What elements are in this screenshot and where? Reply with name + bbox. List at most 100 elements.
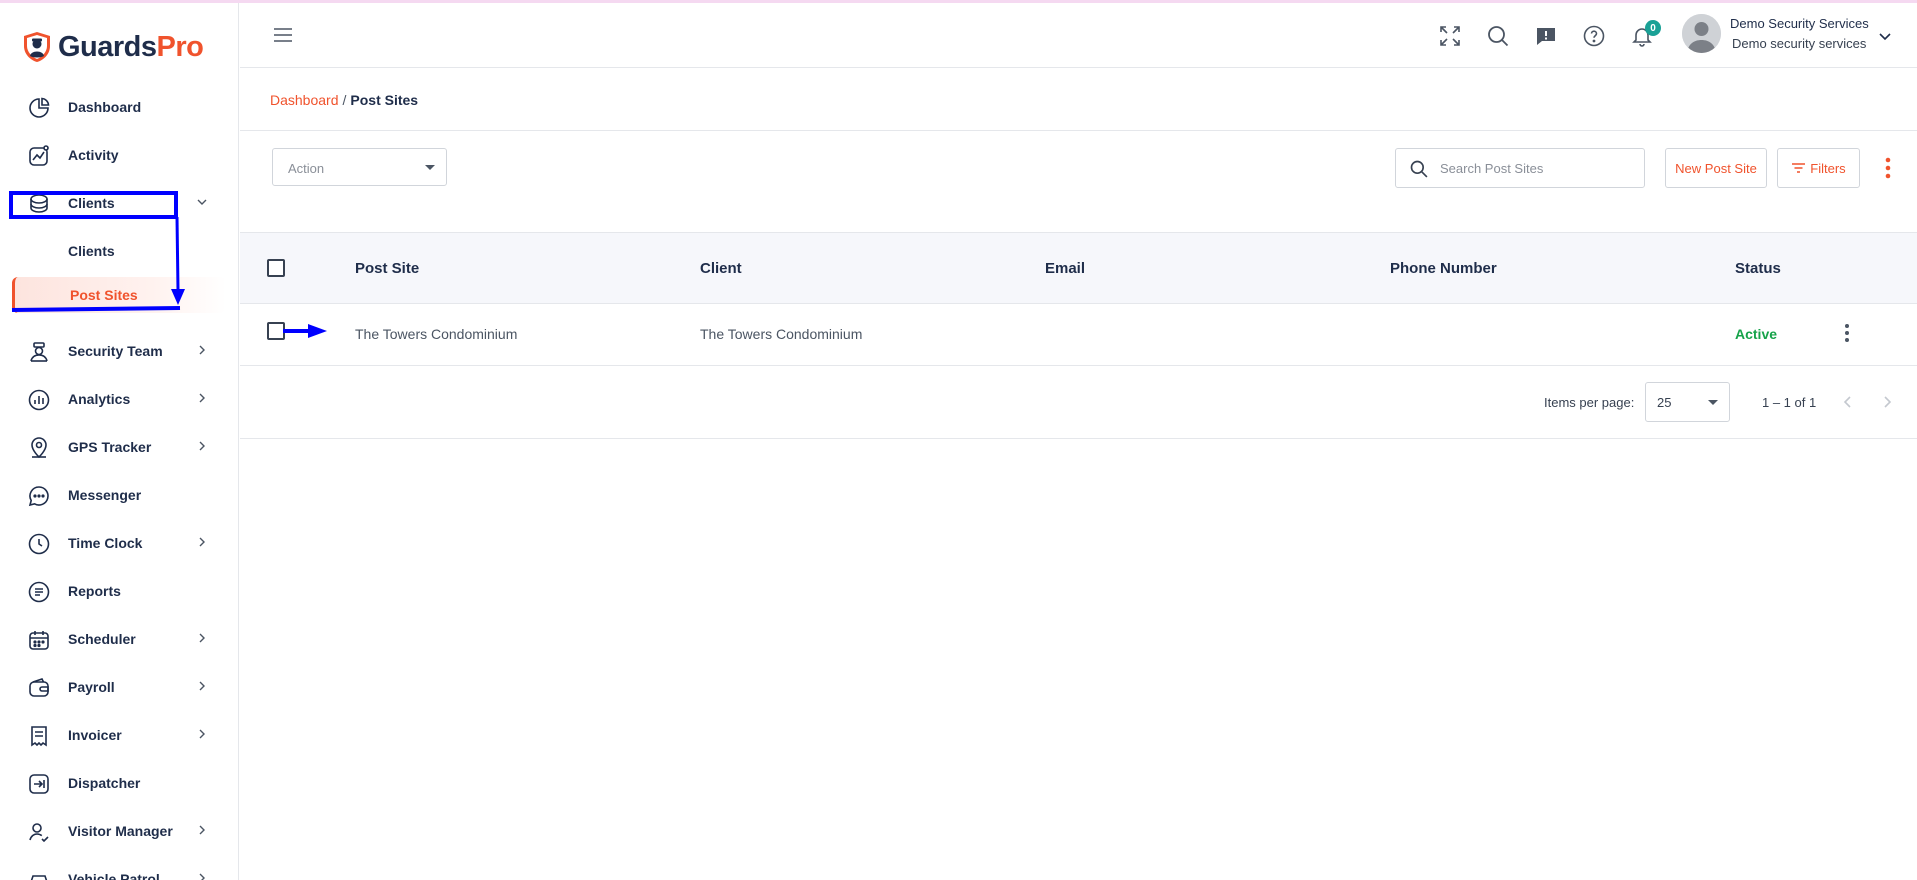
user-org: Demo security services xyxy=(1732,36,1867,51)
sidebar-item-label: Scheduler xyxy=(68,631,136,647)
search-icon[interactable] xyxy=(1486,24,1510,48)
search-box[interactable] xyxy=(1395,148,1645,188)
sidebar-item-reports[interactable]: Reports xyxy=(0,571,238,611)
column-header-email[interactable]: Email xyxy=(1045,260,1085,277)
dispatch-icon xyxy=(29,774,49,794)
filters-button-label: Filters xyxy=(1810,160,1846,176)
chevron-right-icon[interactable] xyxy=(195,631,209,645)
sidebar-item-security-team[interactable]: Security Team xyxy=(0,331,238,371)
items-per-page-select[interactable]: 25 xyxy=(1645,382,1730,422)
chevron-down-icon[interactable] xyxy=(195,195,209,209)
chevron-right-icon[interactable] xyxy=(195,823,209,837)
filters-button[interactable]: Filters xyxy=(1777,148,1860,188)
column-header-phone[interactable]: Phone Number xyxy=(1390,260,1497,277)
pie-chart-icon xyxy=(29,97,50,118)
report-doc-icon xyxy=(28,581,50,603)
row-menu-icon[interactable] xyxy=(1844,323,1850,343)
action-select-placeholder: Action xyxy=(288,161,325,176)
items-per-page-label: Items per page: xyxy=(1544,395,1635,410)
sidebar-subitem-clients[interactable]: Clients xyxy=(12,233,226,269)
sidebar-item-analytics[interactable]: Analytics xyxy=(0,379,238,419)
status-badge: Active xyxy=(1735,326,1778,342)
notification-badge: 0 xyxy=(1645,20,1661,36)
page-range-label: 1 – 1 of 1 xyxy=(1762,395,1817,410)
select-all-checkbox[interactable] xyxy=(267,259,285,277)
visitor-icon xyxy=(29,823,49,843)
receipt-icon xyxy=(31,726,47,747)
user-silhouette-icon xyxy=(1682,14,1721,53)
guard-icon xyxy=(30,342,48,362)
sidebar-item-dashboard[interactable]: Dashboard xyxy=(0,87,238,127)
chevron-right-icon[interactable] xyxy=(195,391,209,405)
sidebar: GuardsPro Dashboard Activity Clients Cli… xyxy=(0,3,239,880)
chevron-right-icon[interactable] xyxy=(195,727,209,741)
sidebar-item-label: Visitor Manager xyxy=(68,823,173,839)
chat-bubble-icon xyxy=(28,486,49,507)
sidebar-subitem-label: Post Sites xyxy=(70,287,138,303)
table-header: Post Site Client Email Phone Number Stat… xyxy=(240,232,1917,304)
bar-chart-icon xyxy=(28,389,50,411)
chevron-right-icon[interactable] xyxy=(195,343,209,357)
trend-chart-icon xyxy=(29,145,49,166)
sidebar-item-gps-tracker[interactable]: GPS Tracker xyxy=(0,427,238,467)
items-per-page-value: 25 xyxy=(1657,395,1672,410)
car-icon xyxy=(30,875,48,880)
logo[interactable]: GuardsPro xyxy=(22,27,204,67)
sidebar-item-visitor-manager[interactable]: Visitor Manager xyxy=(0,811,238,851)
chevron-right-icon[interactable] xyxy=(195,535,209,549)
shield-logo-icon xyxy=(24,32,50,62)
column-header-status[interactable]: Status xyxy=(1735,260,1781,277)
breadcrumb-dashboard-link[interactable]: Dashboard xyxy=(270,92,339,108)
chevron-down-icon[interactable] xyxy=(1878,29,1892,43)
hamburger-menu-icon[interactable] xyxy=(273,27,293,43)
user-name[interactable]: Demo Security Services xyxy=(1730,16,1869,31)
sidebar-subitem-post-sites[interactable]: Post Sites xyxy=(12,277,226,313)
sidebar-item-vehicle-patrol[interactable]: Vehicle Patrol xyxy=(0,859,238,880)
sidebar-item-clients[interactable]: Clients xyxy=(0,183,238,223)
sidebar-item-activity[interactable]: Activity xyxy=(0,135,238,175)
chevron-right-icon[interactable] xyxy=(195,871,209,880)
previous-page-icon[interactable] xyxy=(1840,394,1856,410)
sidebar-item-time-clock[interactable]: Time Clock xyxy=(0,523,238,563)
feedback-icon[interactable] xyxy=(1534,24,1558,48)
top-header: 0 Demo Security Services Demo security s… xyxy=(240,3,1917,68)
breadcrumb-bar: Dashboard / Post Sites xyxy=(240,68,1917,131)
sidebar-item-invoicer[interactable]: Invoicer xyxy=(0,715,238,755)
breadcrumb: Dashboard / Post Sites xyxy=(270,92,418,108)
sidebar-item-dispatcher[interactable]: Dispatcher xyxy=(0,763,238,803)
cell-post-site[interactable]: The Towers Condominium xyxy=(355,326,517,342)
column-header-client[interactable]: Client xyxy=(700,260,742,277)
annotation-overlay xyxy=(9,191,327,338)
fullscreen-icon[interactable] xyxy=(1438,24,1462,48)
help-icon[interactable] xyxy=(1582,24,1606,48)
breadcrumb-current: Post Sites xyxy=(350,92,419,108)
search-input[interactable] xyxy=(1440,157,1635,179)
sidebar-item-label: Invoicer xyxy=(68,727,122,743)
column-header-post-site[interactable]: Post Site xyxy=(355,260,419,277)
sidebar-item-label: Dispatcher xyxy=(68,775,141,791)
search-icon xyxy=(1410,160,1428,178)
table-row[interactable]: The Towers Condominium The Towers Condom… xyxy=(240,304,1917,366)
sidebar-item-label: GPS Tracker xyxy=(68,439,152,455)
sidebar-item-label: Security Team xyxy=(68,343,163,359)
more-options-icon[interactable] xyxy=(1884,156,1892,180)
next-page-icon[interactable] xyxy=(1879,394,1895,410)
chevron-right-icon[interactable] xyxy=(195,679,209,693)
sidebar-item-label: Messenger xyxy=(68,487,142,503)
sidebar-item-label: Reports xyxy=(68,583,121,599)
sidebar-item-scheduler[interactable]: Scheduler xyxy=(0,619,238,659)
action-select[interactable]: Action xyxy=(272,148,447,186)
chevron-right-icon[interactable] xyxy=(195,439,209,453)
dropdown-caret-icon xyxy=(1708,400,1718,405)
sidebar-item-messenger[interactable]: Messenger xyxy=(0,475,238,515)
sidebar-subitem-label: Clients xyxy=(68,243,115,259)
new-post-site-button[interactable]: New Post Site xyxy=(1665,148,1767,188)
location-pin-icon xyxy=(31,437,47,459)
row-checkbox[interactable] xyxy=(267,322,285,340)
sidebar-item-payroll[interactable]: Payroll xyxy=(0,667,238,707)
sidebar-item-label: Dashboard xyxy=(68,99,142,115)
database-icon xyxy=(30,194,48,213)
avatar[interactable] xyxy=(1682,14,1721,53)
brand-name: GuardsPro xyxy=(58,30,204,63)
sidebar-item-label: Vehicle Patrol xyxy=(68,871,160,880)
